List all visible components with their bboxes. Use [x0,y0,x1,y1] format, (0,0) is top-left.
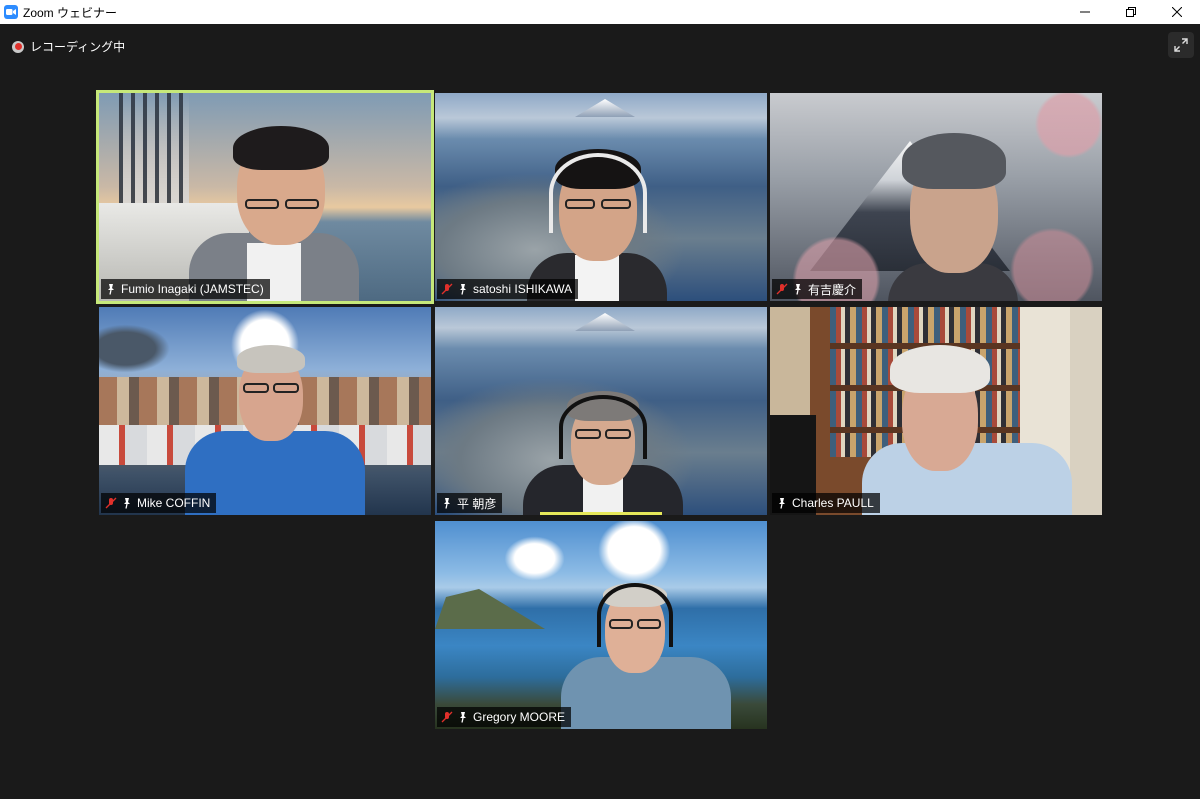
recording-indicator: レコーディング中 [12,38,125,55]
close-icon [1172,7,1182,17]
glasses [605,429,631,439]
recording-label: レコーディング中 [30,40,126,54]
video-tile[interactable]: Gregory MOORE [435,521,767,729]
pin-icon [795,284,801,295]
muted-mic-icon [441,711,453,723]
glasses [285,199,319,209]
participant-name: Gregory MOORE [473,710,566,724]
participant-name-tag: Mike COFFIN [101,493,217,513]
close-button[interactable] [1154,0,1200,24]
shirt [575,255,619,301]
pin-icon [444,498,450,509]
headset [559,395,647,459]
window-title: Zoom ウェビナー [23,5,118,20]
participant-name-tag: 平 朝彦 [437,493,503,513]
pin-icon [124,498,130,509]
glasses [575,429,601,439]
video-tile[interactable]: Fumio Inagaki (JAMSTEC) [96,90,434,304]
pin-icon [779,498,785,509]
headset [549,153,647,233]
restore-icon [1126,7,1136,17]
fullscreen-button[interactable] [1168,32,1194,58]
muted-mic-icon [776,283,788,295]
pin-icon [460,712,466,723]
participant-name: Fumio Inagaki (JAMSTEC) [121,282,264,296]
window-titlebar: Zoom ウェビナー [0,0,1200,24]
muted-mic-icon [441,283,453,295]
glasses [245,199,279,209]
window-controls [1062,0,1200,24]
glasses [601,199,631,209]
participant-name-tag: satoshi ISHIKAWA [437,279,579,299]
participant-hair [890,345,990,393]
video-tile[interactable]: 平 朝彦 [435,307,767,515]
pin-icon [460,284,466,295]
zoom-app-icon [4,5,18,19]
restore-button[interactable] [1108,0,1154,24]
participant-name: Charles PAULL [792,496,874,510]
speaking-indicator [540,512,662,515]
minimize-icon [1080,11,1090,13]
glasses [637,619,661,629]
fullscreen-icon [1174,38,1188,52]
participant-hair [237,345,305,373]
minimize-button[interactable] [1062,0,1108,24]
participant-name-tag: Fumio Inagaki (JAMSTEC) [101,279,270,299]
video-tile[interactable]: 有吉慶介 [770,93,1102,301]
participant-name: 平 朝彦 [457,496,497,511]
participant-hair [233,126,329,170]
glasses [273,383,299,393]
participant-name: 有吉慶介 [808,282,857,297]
glasses [609,619,633,629]
participant-name: satoshi ISHIKAWA [473,282,573,296]
video-tile[interactable]: satoshi ISHIKAWA [435,93,767,301]
participant-hair [902,133,1006,189]
participant-name-tag: Gregory MOORE [437,707,572,727]
participant-name-tag: Charles PAULL [772,493,880,513]
video-tile[interactable]: Charles PAULL [770,307,1102,515]
glasses [565,199,595,209]
meeting-content: レコーディング中 Fumio Inagaki (JAMSTEC) satoshi… [0,24,1200,799]
participant-name-tag: 有吉慶介 [772,279,863,299]
video-tile[interactable]: Mike COFFIN [99,307,431,515]
glasses [243,383,269,393]
headset [597,583,673,647]
muted-mic-icon [105,497,117,509]
pin-icon [108,284,114,295]
participant-name: Mike COFFIN [137,496,211,510]
record-icon [12,40,24,53]
